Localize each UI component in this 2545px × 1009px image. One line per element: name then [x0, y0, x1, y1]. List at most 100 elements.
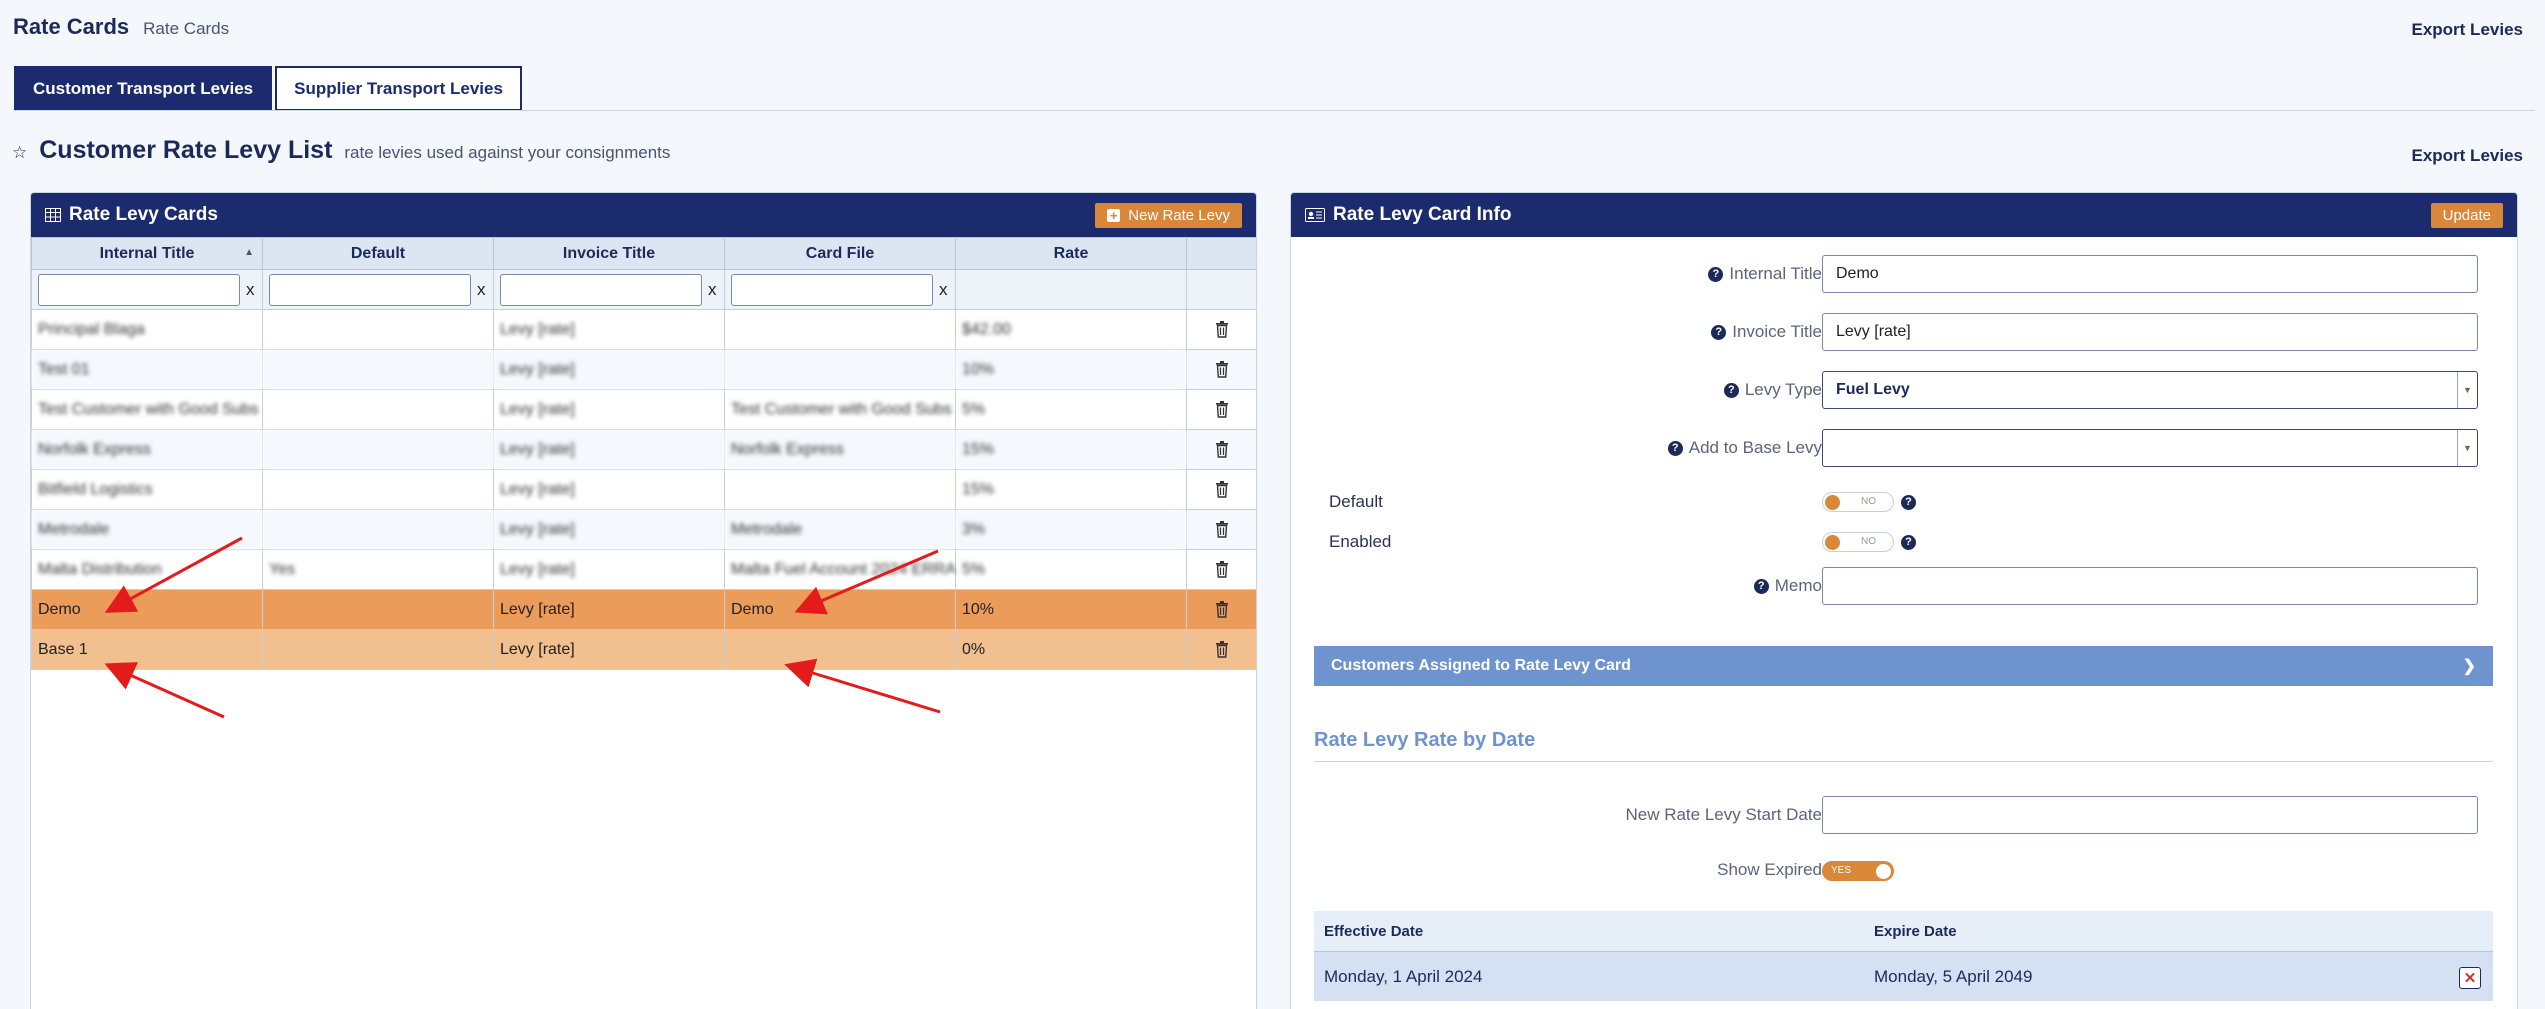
new-start-date-label: New Rate Levy Start Date	[1625, 805, 1822, 824]
section-subtitle: rate levies used against your consignmen…	[344, 143, 671, 162]
column-header-card-file[interactable]: Card File	[724, 237, 956, 270]
cell-internal-title: Test 01	[31, 349, 263, 390]
clear-filter-button[interactable]: x	[246, 280, 255, 300]
enabled-row: Enabled NO ?	[1291, 527, 2517, 557]
delete-icon[interactable]: ✕	[2459, 967, 2481, 989]
help-icon[interactable]: ?	[1708, 266, 1724, 282]
filter-card-file[interactable]	[731, 273, 933, 306]
chevron-down-icon[interactable]: ▼	[2457, 430, 2477, 466]
rate-levy-table: Internal Title ▲ Default Invoice Title Ca…	[31, 237, 1256, 670]
export-levies-link-top[interactable]: Export Levies	[2412, 20, 2524, 40]
panel-title: Rate Levy Cards	[69, 204, 218, 225]
cell-default	[262, 509, 494, 550]
cell-invoice-title: Levy [rate]	[493, 589, 725, 630]
enabled-toggle[interactable]: NO	[1822, 532, 1894, 552]
filter-invoice-title[interactable]	[500, 273, 702, 306]
export-levies-link[interactable]: Export Levies	[2412, 146, 2524, 166]
cell-card-file	[724, 469, 956, 510]
column-header-rate[interactable]: Rate	[955, 237, 1187, 270]
help-icon[interactable]: ?	[1901, 494, 1916, 510]
page-title: Rate Cards	[13, 14, 130, 39]
tab-supplier-transport-levies[interactable]: Supplier Transport Levies	[275, 66, 522, 111]
trash-icon[interactable]	[1215, 561, 1229, 578]
column-header-invoice-title[interactable]: Invoice Title	[493, 237, 725, 270]
default-row: Default NO ?	[1291, 487, 2517, 517]
cell-card-file	[724, 309, 956, 350]
clear-filter-button[interactable]: x	[939, 280, 948, 300]
trash-icon[interactable]	[1215, 361, 1229, 378]
cell-invoice-title: Levy [rate]	[493, 349, 725, 390]
cell-card-file: Malta Fuel Account 2024 ERRAN	[724, 549, 956, 590]
filter-default[interactable]	[269, 273, 471, 306]
cell-internal-title: Bitfield Logistics	[31, 469, 263, 510]
help-icon[interactable]: ?	[1667, 440, 1683, 456]
trash-icon[interactable]	[1215, 401, 1229, 418]
cell-rate: 15%	[955, 469, 1187, 510]
table-row[interactable]: Norfolk Express Levy [rate] Norfolk Expres…	[31, 429, 1256, 470]
column-header-default[interactable]: Default	[262, 237, 494, 270]
clear-filter-button[interactable]: x	[477, 280, 486, 300]
tab-customer-transport-levies[interactable]: Customer Transport Levies	[14, 66, 273, 111]
table-row[interactable]: Test 01 Levy [rate] 10%	[31, 349, 1256, 390]
new-rate-levy-button[interactable]: + New Rate Levy	[1095, 202, 1242, 228]
table-icon	[45, 208, 61, 222]
table-header: Effective Date Expire Date	[1314, 911, 2493, 951]
table-row[interactable]: Metrodale Levy [rate] Metrodale 3%	[31, 509, 1256, 550]
star-icon[interactable]: ☆	[12, 143, 27, 163]
cell-card-file: Norfolk Express	[724, 429, 956, 470]
cell-rate: 10%	[955, 589, 1187, 630]
panel-header: Rate Levy Cards + New Rate Levy	[31, 193, 1256, 237]
cell-card-file: Test Customer with Good Subs	[724, 389, 956, 430]
show-expired-toggle[interactable]: YES	[1822, 861, 1894, 881]
table-row[interactable]: Demo Levy [rate] Demo 10%	[31, 589, 1256, 630]
cell-invoice-title: Levy [rate]	[493, 509, 725, 550]
cell-rate: 15%	[955, 429, 1187, 470]
trash-icon[interactable]	[1215, 321, 1229, 338]
section-header: ☆ Customer Rate Levy List rate levies us…	[12, 136, 670, 165]
new-start-date-row: New Rate Levy Start Date	[1291, 796, 2517, 834]
levy-type-select[interactable]: Fuel Levy ▼	[1822, 371, 2478, 409]
trash-icon[interactable]	[1215, 521, 1229, 538]
levy-type-value: Fuel Levy	[1836, 381, 1910, 398]
help-icon[interactable]: ?	[1753, 578, 1769, 594]
default-toggle[interactable]: NO	[1822, 492, 1894, 512]
plus-icon: +	[1107, 208, 1121, 222]
help-icon[interactable]: ?	[1711, 324, 1727, 340]
new-rate-levy-label: New Rate Levy	[1128, 206, 1230, 224]
filter-internal-title[interactable]	[38, 273, 240, 306]
table-row[interactable]: Bitfield Logistics Levy [rate] 15%	[31, 469, 1256, 510]
breadcrumb: Rate Cards	[143, 19, 230, 38]
trash-icon[interactable]	[1215, 641, 1229, 658]
chevron-down-icon[interactable]: ▼	[2457, 372, 2477, 408]
trash-icon[interactable]	[1215, 601, 1229, 618]
customers-assigned-bar[interactable]: Customers Assigned to Rate Levy Card ❯	[1314, 646, 2493, 686]
table-row[interactable]: Malta Distribution Yes Levy [rate] Malta Fu…	[31, 549, 1256, 590]
column-header-internal-title[interactable]: Internal Title ▲	[31, 237, 263, 270]
table-row[interactable]: Monday, 1 April 2024 Monday, 5 April 204…	[1314, 951, 2493, 1001]
table-row[interactable]: Test Customer with Good Subs Levy [rate] T…	[31, 389, 1256, 430]
divider	[1314, 761, 2493, 762]
update-button[interactable]: Update	[2430, 202, 2503, 228]
help-icon[interactable]: ?	[1901, 534, 1916, 550]
clear-filter-button[interactable]: x	[708, 280, 717, 300]
invoice-title-input[interactable]: Levy [rate]	[1822, 313, 2478, 351]
trash-icon[interactable]	[1215, 481, 1229, 498]
help-icon[interactable]: ?	[1723, 382, 1739, 398]
show-expired-label: Show Expired	[1717, 860, 1822, 879]
table-row[interactable]: Principal Blaga Levy [rate] $42.00	[31, 309, 1256, 350]
cell-invoice-title: Levy [rate]	[493, 429, 725, 470]
cell-rate: 3%	[955, 509, 1187, 550]
internal-title-input[interactable]: Demo	[1822, 255, 2478, 293]
add-to-base-levy-row: ? Add to Base Levy ▼	[1291, 429, 2517, 467]
column-header-actions	[1186, 237, 1256, 270]
new-start-date-input[interactable]	[1822, 796, 2478, 834]
panel-header: Rate Levy Card Info Update	[1291, 193, 2517, 237]
memo-input[interactable]	[1822, 567, 2478, 605]
cell-default: Yes	[262, 549, 494, 590]
table-row[interactable]: Base 1 Levy [rate] 0%	[31, 629, 1256, 670]
levy-type-row: ? Levy Type Fuel Levy ▼	[1291, 371, 2517, 409]
invoice-title-row: ? Invoice Title Levy [rate]	[1291, 313, 2517, 351]
add-to-base-levy-select[interactable]: ▼	[1822, 429, 2478, 467]
filter-row: x x x x	[31, 269, 1256, 310]
trash-icon[interactable]	[1215, 441, 1229, 458]
